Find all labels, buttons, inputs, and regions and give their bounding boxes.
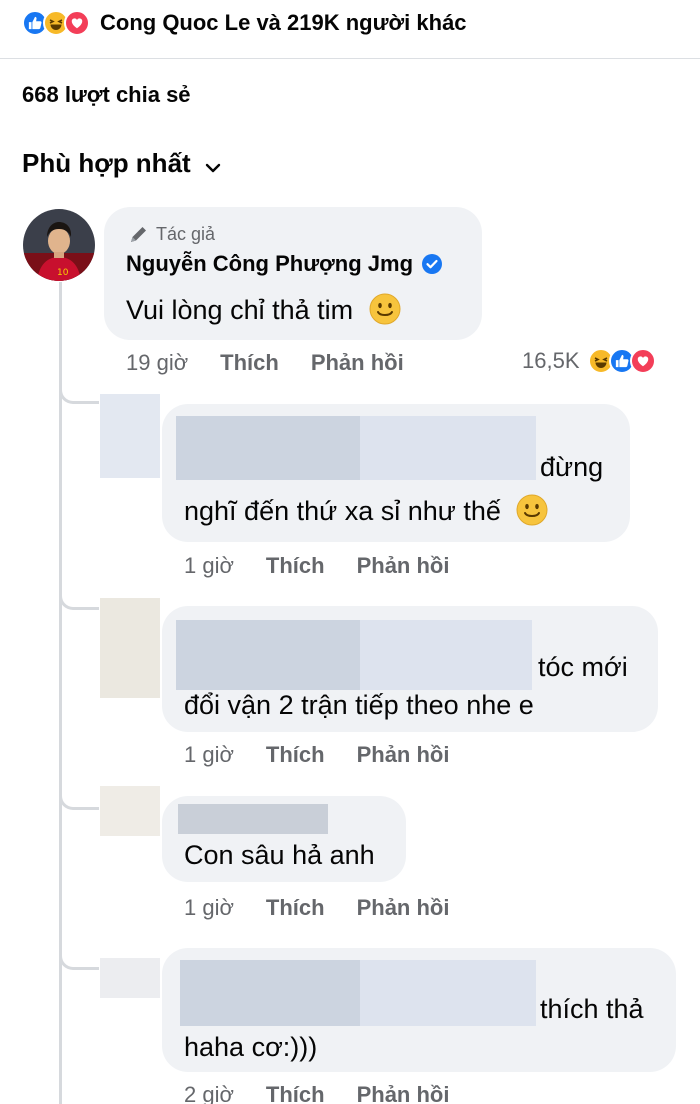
thread-branch [59, 790, 99, 810]
author-name[interactable]: Nguyễn Công Phượng Jmg [126, 251, 443, 277]
reply-text-line2: đổi vận 2 trận tiếp theo nhe e [184, 690, 534, 720]
reactions-summary-text[interactable]: Cong Quoc Le và 219K người khác [100, 10, 467, 36]
divider [0, 58, 700, 59]
redacted-name [360, 620, 532, 690]
reply-text-line1: Con sâu hả anh [184, 840, 375, 870]
comment-text-body: Vui lòng chỉ thả tim [126, 295, 354, 325]
reply-actions: 2 giờ Thích Phản hồi [184, 1082, 481, 1104]
reply-actions: 1 giờ Thích Phản hồi [184, 895, 481, 921]
love-icon [64, 10, 90, 36]
reply-time[interactable]: 1 giờ [184, 742, 234, 768]
reply-text-body: nghĩ đến thứ xa sỉ như thế [184, 496, 501, 526]
thread-line [59, 282, 62, 1104]
avatar[interactable]: 10 [23, 209, 95, 281]
svg-text:10: 10 [57, 268, 69, 278]
sort-dropdown[interactable]: Phù hợp nhất [22, 147, 221, 180]
reply-text-line2: nghĩ đến thứ xa sỉ như thế [184, 494, 548, 527]
author-name-text[interactable]: Nguyễn Công Phượng Jmg [126, 251, 413, 277]
comment-text: Vui lòng chỉ thả tim [126, 293, 401, 326]
redacted-name [360, 960, 536, 1026]
love-icon [629, 348, 656, 374]
reply-button[interactable]: Phản hồi [357, 553, 450, 579]
slightly-smiling-face-icon [369, 293, 401, 325]
reply-actions: 1 giờ Thích Phản hồi [184, 742, 481, 768]
reply-text-line1: tóc mới [538, 652, 628, 682]
author-badge: Tác giả [128, 223, 215, 245]
comment-reaction-count[interactable]: 16,5K [522, 348, 580, 374]
reply-actions: 1 giờ Thích Phản hồi [184, 553, 481, 579]
reply-button[interactable]: Phản hồi [357, 1082, 450, 1104]
redacted-name [180, 960, 360, 1026]
thread-branch [59, 384, 99, 404]
reply-button[interactable]: Phản hồi [311, 350, 404, 376]
chevron-down-icon [205, 149, 221, 180]
comment-time[interactable]: 19 giờ [126, 350, 188, 376]
redacted-name [176, 416, 360, 480]
sort-label: Phù hợp nhất [22, 148, 191, 178]
reply-text-line1: thích thả [540, 994, 644, 1024]
thread-branch [59, 590, 99, 610]
reply-time[interactable]: 1 giờ [184, 895, 234, 921]
reply-time[interactable]: 1 giờ [184, 553, 234, 579]
author-badge-label: Tác giả [156, 223, 216, 244]
reaction-icons [22, 10, 90, 36]
redacted-name [360, 416, 536, 480]
like-button[interactable]: Thích [266, 742, 325, 768]
reactions-summary[interactable]: Cong Quoc Le và 219K người khác [22, 8, 467, 38]
comment-reactions[interactable]: 16,5K [522, 348, 656, 374]
thread-branch [59, 950, 99, 970]
reply-button[interactable]: Phản hồi [357, 895, 450, 921]
comment-bubble[interactable]: Tác giả Nguyễn Công Phượng Jmg Vui lòng … [104, 207, 482, 340]
like-button[interactable]: Thích [266, 553, 325, 579]
pencil-icon [131, 227, 146, 242]
like-button[interactable]: Thích [266, 1082, 325, 1104]
comment-actions: 19 giờ Thích Phản hồi [126, 350, 436, 376]
reply-bubble[interactable]: đừng nghĩ đến thứ xa sỉ như thế [162, 404, 630, 542]
avatar[interactable] [100, 958, 160, 998]
like-button[interactable]: Thích [220, 350, 279, 376]
avatar[interactable] [100, 598, 160, 698]
reply-text-line2: haha cơ:))) [184, 1032, 318, 1062]
like-button[interactable]: Thích [266, 895, 325, 921]
reply-bubble[interactable]: thích thả haha cơ:))) [162, 948, 676, 1072]
verified-badge-icon [422, 254, 443, 274]
redacted-name [176, 620, 360, 690]
slightly-smiling-face-icon [516, 494, 548, 526]
avatar[interactable] [100, 786, 160, 836]
comment-reaction-icons [587, 348, 656, 374]
reply-bubble[interactable]: tóc mới đổi vận 2 trận tiếp theo nhe e [162, 606, 658, 732]
avatar[interactable] [100, 394, 160, 478]
reply-button[interactable]: Phản hồi [357, 742, 450, 768]
redacted-name [178, 804, 328, 834]
reply-bubble[interactable]: Con sâu hả anh [162, 796, 406, 882]
reply-text-line1: đừng [540, 452, 604, 482]
shares-count[interactable]: 668 lượt chia sẻ [22, 82, 191, 108]
reply-time[interactable]: 2 giờ [184, 1082, 234, 1104]
